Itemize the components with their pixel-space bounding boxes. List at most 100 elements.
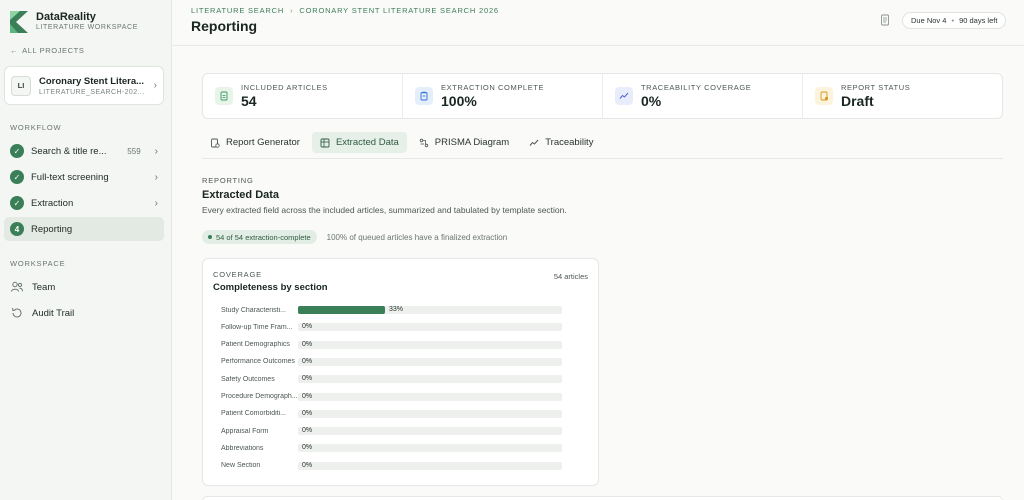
breadcrumb-item[interactable]: LITERATURE SEARCH bbox=[191, 6, 284, 15]
all-projects-label: ALL PROJECTS bbox=[22, 46, 85, 55]
coverage-bar-percent: 0% bbox=[302, 340, 313, 348]
tab-prisma-diagram[interactable]: PRISMA Diagram bbox=[411, 132, 517, 153]
coverage-row-label: Performance Outcomes bbox=[221, 358, 295, 366]
check-icon: ✓ bbox=[10, 196, 24, 210]
diagram-icon bbox=[419, 138, 428, 147]
brand[interactable]: DataReality LITERATURE WORKSPACE bbox=[10, 11, 138, 33]
tab-traceability[interactable]: Traceability bbox=[521, 132, 601, 153]
coverage-bar-percent: 0% bbox=[302, 461, 313, 469]
report-generator-icon bbox=[211, 138, 220, 148]
extraction-status-note: 100% of queued articles have a finalized… bbox=[326, 232, 508, 242]
coverage-row-label: Abbreviations bbox=[221, 444, 264, 452]
stat-extraction-complete: EXTRACTION COMPLETE 100% bbox=[403, 74, 603, 118]
coverage-card: COVERAGE Completeness by section 54 arti… bbox=[202, 258, 599, 486]
coverage-row: Follow-up Time Fram... 0% bbox=[221, 322, 566, 332]
breadcrumb-item[interactable]: CORONARY STENT LITERATURE SEARCH 2026 bbox=[299, 6, 499, 15]
coverage-row: Performance Outcomes 0% bbox=[221, 357, 566, 367]
sidebar-item-search-title-review[interactable]: ✓ Search & title re... 559 › bbox=[4, 139, 164, 163]
tab-label: Extracted Data bbox=[335, 137, 399, 148]
status-dot-icon bbox=[208, 235, 212, 239]
tab-extracted-data[interactable]: Extracted Data bbox=[311, 132, 407, 153]
coverage-eyebrow: COVERAGE bbox=[213, 270, 262, 279]
stat-report-status: REPORT STATUS Draft bbox=[803, 74, 1002, 118]
tab-report-generator[interactable]: Report Generator bbox=[202, 132, 308, 153]
coverage-row-label: Appraisal Form bbox=[221, 427, 269, 435]
coverage-bar-track: 0% bbox=[298, 357, 562, 366]
sidebar-item-label: Full-text screening bbox=[31, 171, 109, 183]
coverage-row-label: Patient Comorbiditi... bbox=[221, 410, 286, 418]
coverage-bar-percent: 0% bbox=[302, 392, 313, 400]
stats-bar: INCLUDED ARTICLES 54 EXTRACTION COMPLETE… bbox=[202, 73, 1003, 119]
tab-label: PRISMA Diagram bbox=[434, 137, 510, 148]
coverage-row: Abbreviations 0% bbox=[221, 443, 566, 453]
coverage-bar-percent: 0% bbox=[302, 375, 313, 383]
check-icon: ✓ bbox=[10, 170, 24, 184]
clipboard-icon bbox=[415, 87, 433, 105]
extraction-status-row: 54 of 54 extraction-complete 100% of que… bbox=[202, 230, 507, 244]
breadcrumb: LITERATURE SEARCH › CORONARY STENT LITER… bbox=[191, 6, 499, 15]
coverage-bar-track: 0% bbox=[298, 323, 562, 332]
report-status-icon bbox=[815, 87, 833, 105]
separator-dot: • bbox=[951, 16, 955, 25]
tab-label: Traceability bbox=[545, 137, 594, 148]
next-card bbox=[202, 496, 1003, 500]
sidebar-item-label: Audit Trail bbox=[32, 307, 75, 319]
sidebar-item-audit-trail[interactable]: Audit Trail bbox=[4, 301, 164, 325]
stat-value: Draft bbox=[841, 93, 874, 109]
coverage-bar-percent: 0% bbox=[302, 323, 313, 331]
coverage-bar-percent: 0% bbox=[302, 427, 313, 435]
sidebar-item-team[interactable]: Team bbox=[4, 275, 164, 299]
project-name: Coronary Stent Litera... bbox=[39, 75, 145, 87]
coverage-row: New Section 0% bbox=[221, 461, 566, 471]
section-eyebrow: REPORTING bbox=[202, 176, 254, 185]
coverage-bar-track: 0% bbox=[298, 461, 562, 470]
project-avatar: LI bbox=[11, 75, 31, 96]
coverage-row-label: Patient Demographics bbox=[221, 341, 290, 349]
stat-included-articles: INCLUDED ARTICLES 54 bbox=[203, 74, 403, 118]
stat-value: 0% bbox=[641, 93, 662, 109]
sidebar-item-reporting[interactable]: 4 Reporting bbox=[4, 217, 164, 241]
coverage-row: Patient Demographics 0% bbox=[221, 340, 566, 350]
trend-icon bbox=[529, 139, 539, 146]
document-icon[interactable] bbox=[879, 14, 891, 26]
coverage-row: Safety Outcomes 0% bbox=[221, 374, 566, 384]
sidebar-item-full-text-screening[interactable]: ✓ Full-text screening › bbox=[4, 165, 164, 189]
coverage-bar-percent: 33% bbox=[389, 306, 404, 313]
datareality-logo-icon bbox=[10, 11, 28, 33]
chevron-right-icon: › bbox=[154, 145, 158, 157]
chevron-right-icon: › bbox=[290, 6, 294, 15]
stat-label: INCLUDED ARTICLES bbox=[241, 83, 328, 92]
workflow-label: WORKFLOW bbox=[10, 123, 62, 132]
coverage-bar-track: 0% bbox=[298, 392, 562, 401]
due-date: Due Nov 4 bbox=[911, 16, 947, 25]
stat-value: 100% bbox=[441, 93, 477, 109]
coverage-row-label: Procedure Demograph... bbox=[221, 393, 298, 400]
stat-label: REPORT STATUS bbox=[841, 83, 911, 92]
sidebar-item-extraction[interactable]: ✓ Extraction › bbox=[4, 191, 164, 215]
extraction-status-badge: 54 of 54 extraction-complete bbox=[202, 230, 317, 244]
coverage-title: Completeness by section bbox=[213, 282, 328, 293]
coverage-row: Patient Comorbiditi... 0% bbox=[221, 409, 566, 419]
coverage-bar-percent: 0% bbox=[302, 357, 313, 365]
coverage-row: Study Characteristi... 33% bbox=[221, 305, 566, 315]
check-icon: ✓ bbox=[10, 144, 24, 158]
coverage-row-label: New Section bbox=[221, 462, 261, 470]
coverage-bar-percent: 0% bbox=[302, 444, 313, 452]
project-switcher[interactable]: LI Coronary Stent Litera... LITERATURE_S… bbox=[4, 66, 164, 105]
coverage-bar-track: 0% bbox=[298, 340, 562, 349]
stat-label: TRACEABILITY COVERAGE bbox=[641, 83, 752, 92]
coverage-bar-track: 33% bbox=[298, 306, 562, 314]
days-left: 90 days left bbox=[959, 16, 998, 25]
chevron-right-icon: › bbox=[153, 80, 157, 91]
sidebar-item-label: Team bbox=[32, 281, 56, 293]
audit-trail-icon bbox=[12, 307, 22, 318]
sidebar-item-label: Search & title re... bbox=[31, 145, 107, 157]
coverage-bar-track: 0% bbox=[298, 427, 562, 436]
workspace-label: WORKSPACE bbox=[10, 259, 66, 268]
coverage-bar-track: 0% bbox=[298, 409, 562, 418]
coverage-row-label: Safety Outcomes bbox=[221, 375, 275, 383]
table-icon bbox=[320, 138, 330, 147]
sidebar-item-label: Reporting bbox=[31, 223, 73, 235]
sidebar: DataReality LITERATURE WORKSPACE ← ALL P… bbox=[0, 0, 172, 500]
all-projects-link[interactable]: ← ALL PROJECTS bbox=[10, 46, 84, 55]
